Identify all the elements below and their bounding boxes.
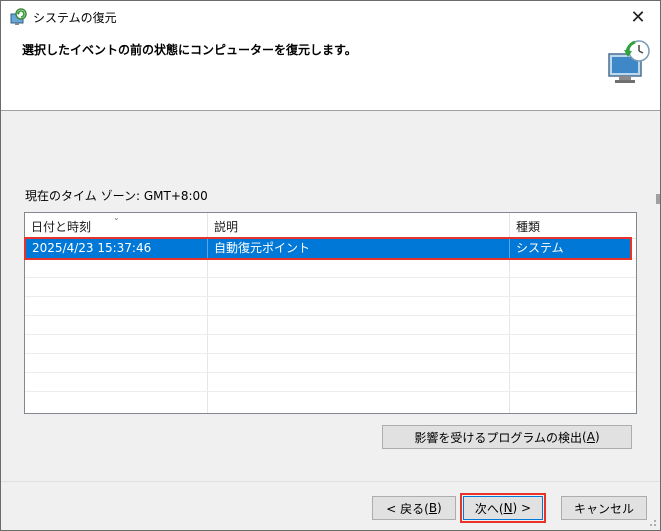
timezone-label: 現在のタイム ゾーン: GMT+8:00 <box>25 189 208 203</box>
back-suffix: ) <box>437 501 442 515</box>
system-restore-icon <box>10 8 27 25</box>
next-accel: N <box>503 501 513 515</box>
table-row[interactable]: 2025/4/23 15:37:46 自動復元ポイント システム <box>24 237 632 260</box>
row-description: 自動復元ポイント <box>214 241 311 255</box>
column-header-datetime[interactable]: 日付と時刻 <box>25 213 207 237</box>
column-header-description[interactable]: 説明 <box>208 213 509 237</box>
back-button[interactable]: < 戻る(B) <box>372 496 456 520</box>
resize-edge <box>656 194 660 204</box>
back-prefix: < 戻る( <box>386 501 429 516</box>
cancel-button[interactable]: キャンセル <box>561 496 647 520</box>
title-bar[interactable]: システムの復元 ✕ <box>1 1 660 33</box>
scan-affected-programs-label: 影響を受けるプログラムの検出 <box>414 430 583 445</box>
cancel-label: キャンセル <box>573 501 634 516</box>
system-restore-monitor-icon <box>608 40 650 83</box>
row-type: システム <box>516 241 564 255</box>
window-title: システムの復元 <box>33 11 117 25</box>
column-header-type[interactable]: 種類 <box>510 213 636 237</box>
scan-affected-programs-accel: A <box>586 430 595 444</box>
close-icon: ✕ <box>630 6 646 28</box>
instruction-text: 選択したイベントの前の状態にコンピューターを復元します。 <box>22 43 357 57</box>
scan-affected-programs-button[interactable]: 影響を受けるプログラムの検出(A) <box>382 425 632 449</box>
resize-grip-icon[interactable] <box>647 517 657 527</box>
close-button[interactable]: ✕ <box>616 1 660 33</box>
restore-points-table[interactable]: ⌄ 日付と時刻 説明 種類 2025/4/23 15:37:46 自動復元ポイン… <box>24 212 637 414</box>
footer-divider <box>1 481 660 482</box>
next-button[interactable]: 次へ(N) > <box>460 493 546 523</box>
next-suffix: ) > <box>512 501 532 515</box>
table-header: ⌄ 日付と時刻 説明 種類 <box>25 213 636 238</box>
next-prefix: 次へ( <box>474 501 504 516</box>
row-datetime: 2025/4/23 15:37:46 <box>32 241 152 255</box>
system-restore-window: システムの復元 ✕ 選択したイベントの前の状態にコンピューターを復元します。 現… <box>0 0 661 531</box>
header-panel: 選択したイベントの前の状態にコンピューターを復元します。 <box>1 33 660 111</box>
back-accel: B <box>428 501 438 515</box>
